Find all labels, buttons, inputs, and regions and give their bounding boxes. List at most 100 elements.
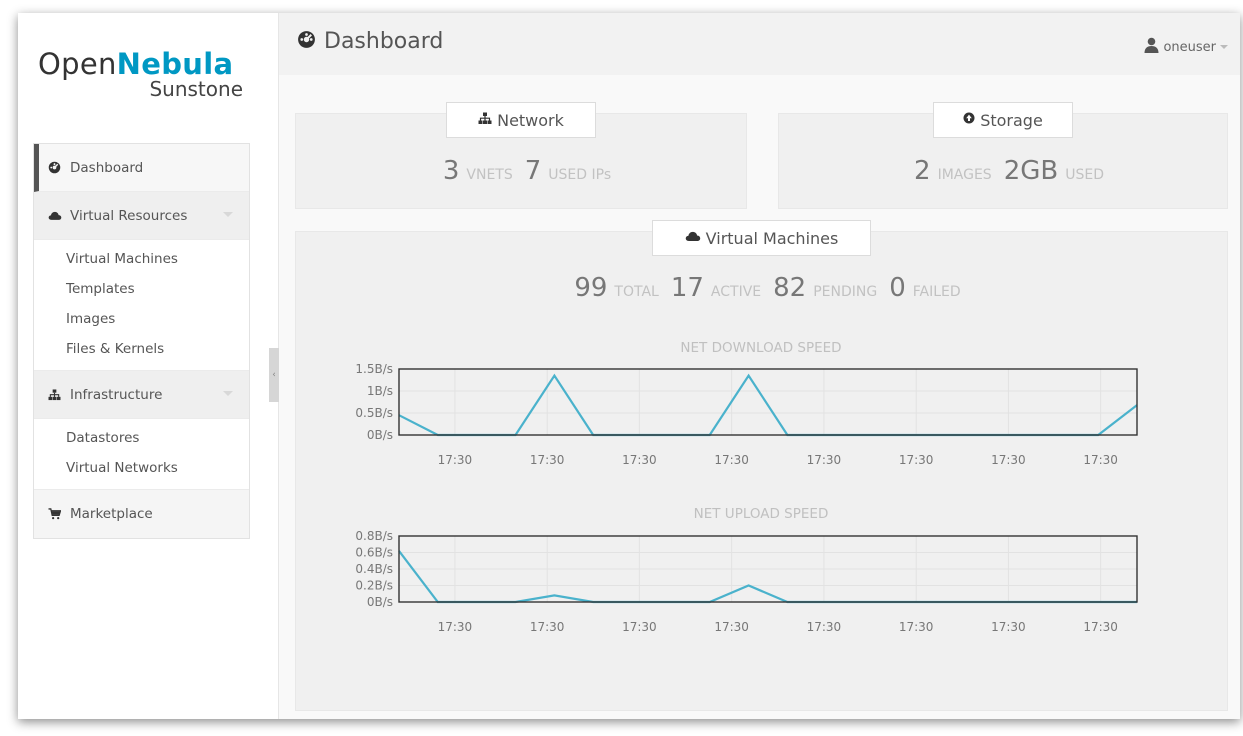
y-tick-label: 0.8B/s <box>355 529 393 543</box>
y-tick-label: 0B/s <box>367 428 393 442</box>
sidebar-item-virtual-networks[interactable]: Virtual Networks <box>34 453 249 483</box>
x-tick-label: 17:30 <box>991 453 1026 467</box>
upload-chart-title: NET UPLOAD SPEED <box>693 506 829 522</box>
vms-stats: 99 TOTAL 17 ACTIVE 82 PENDING 0 FAILED <box>295 273 1228 303</box>
storage-icon <box>963 112 975 128</box>
images-count: 2 <box>914 156 931 186</box>
sidebar-item-virtual-machines[interactable]: Virtual Machines <box>34 244 249 274</box>
sidebar-item-label: Dashboard <box>70 159 144 176</box>
plot-frame <box>398 368 1138 436</box>
x-tick-label: 17:30 <box>899 453 934 467</box>
total-label: TOTAL <box>614 284 659 300</box>
sidebar-item-images[interactable]: Images <box>34 304 249 334</box>
failed-count: 0 <box>889 273 906 303</box>
used-label: USED <box>1065 167 1104 183</box>
pending-count: 82 <box>773 273 807 303</box>
storage-stats: 2 IMAGES 2GB USED <box>778 156 1228 186</box>
sitemap-icon <box>48 388 64 401</box>
sidebar-item-files-kernels[interactable]: Files & Kernels <box>34 334 249 364</box>
download-chart-title: NET DOWNLOAD SPEED <box>680 340 842 356</box>
shopping-cart-icon <box>48 508 64 520</box>
x-tick-label: 17:30 <box>991 620 1026 634</box>
x-tick-label: 17:30 <box>714 620 749 634</box>
y-tick-label: 0B/s <box>367 595 393 609</box>
sitemap-icon <box>478 112 492 129</box>
sidebar-item-label: Marketplace <box>70 506 153 522</box>
x-tick-label: 17:30 <box>899 620 934 634</box>
pending-label: PENDING <box>813 284 878 300</box>
y-tick-label: 1.5B/s <box>355 362 393 376</box>
y-tick-label: 0.2B/s <box>355 579 393 593</box>
sidebar-collapse-handle[interactable]: ‹ <box>269 348 279 402</box>
sidebar-menu: Dashboard Virtual Resources Virtual Mach… <box>33 143 250 539</box>
failed-label: FAILED <box>912 284 961 300</box>
used-ips-count: 7 <box>524 156 542 186</box>
total-count: 99 <box>574 273 608 303</box>
chevron-down-icon <box>223 212 233 217</box>
x-tick-label: 17:30 <box>1083 453 1118 467</box>
vnets-label: VNETS <box>466 167 513 183</box>
y-tick-label: 0.6B/s <box>355 546 393 560</box>
active-count: 17 <box>670 273 704 303</box>
upload-speed-chart: 0.8B/s 0.6B/s 0.4B/s 0.2B/s 0B/s 17:30 17:30 17… <box>355 529 1138 634</box>
chevron-down-icon <box>1220 45 1228 49</box>
dashboard-icon <box>48 161 64 174</box>
x-tick-label: 17:30 <box>714 453 749 467</box>
sidebar-item-datastores[interactable]: Datastores <box>34 423 249 453</box>
x-tick-label: 17:30 <box>622 453 657 467</box>
download-speed-chart: 1.5B/s 1B/s 0.5B/s 0B/s 17:30 17:30 17:30 17:30… <box>355 362 1138 467</box>
sidebar-item-infrastructure[interactable]: Infrastructure <box>34 371 249 419</box>
sidebar-item-label: Virtual Resources <box>70 207 188 224</box>
active-label: ACTIVE <box>710 284 762 300</box>
storage-panel-title[interactable]: Storage <box>933 102 1073 138</box>
network-panel-title[interactable]: Network <box>446 102 596 138</box>
storage-title-text: Storage <box>980 110 1043 130</box>
series-line <box>398 550 1137 604</box>
series-line <box>398 373 1138 437</box>
x-tick-label: 17:30 <box>530 453 565 467</box>
cloud-icon <box>48 210 64 221</box>
page-title-text: Dashboard <box>324 29 444 54</box>
network-title-text: Network <box>497 110 564 130</box>
sidebar: OpenNebula Sunstone Dashboard Virtual Re… <box>18 13 279 719</box>
images-label: IMAGES <box>937 167 992 183</box>
dashboard-icon <box>297 30 316 54</box>
x-tick-label: 17:30 <box>807 453 842 467</box>
x-tick-label: 17:30 <box>1083 620 1118 634</box>
vnets-count: 3 <box>442 156 460 186</box>
y-tick-label: 0.4B/s <box>355 562 393 576</box>
logo[interactable]: OpenNebula Sunstone <box>38 49 243 99</box>
used-size: 2GB <box>1003 156 1059 186</box>
x-tick-label: 17:30 <box>438 453 473 467</box>
logo-title: OpenNebula <box>38 49 243 79</box>
vms-title-text: Virtual Machines <box>705 228 839 248</box>
page-header: Dashboard oneuser <box>279 13 1240 75</box>
logo-nebula: Nebula <box>116 47 234 81</box>
sidebar-item-marketplace[interactable]: Marketplace <box>34 490 249 538</box>
used-ips-label: USED IPs <box>548 167 612 183</box>
main-content: Dashboard oneuser Network 3 VNETS 7 USED… <box>279 13 1240 719</box>
network-stats: 3 VNETS 7 USED IPs <box>295 156 747 186</box>
infrastructure-submenu: Datastores Virtual Networks <box>34 419 249 490</box>
cloud-icon <box>685 230 701 246</box>
virtual-resources-submenu: Virtual Machines Templates Images Files … <box>34 240 249 371</box>
y-tick-label: 1B/s <box>367 384 393 398</box>
logo-subtitle: Sunstone <box>149 77 243 101</box>
vms-panel-title[interactable]: Virtual Machines <box>652 220 871 256</box>
app-window: OpenNebula Sunstone Dashboard Virtual Re… <box>18 13 1240 719</box>
sidebar-item-label: Infrastructure <box>70 386 163 403</box>
x-tick-label: 17:30 <box>622 620 657 634</box>
logo-open: Open <box>38 47 117 81</box>
user-icon <box>1144 37 1159 57</box>
user-menu[interactable]: oneuser <box>1144 37 1228 57</box>
sidebar-item-dashboard[interactable]: Dashboard <box>34 144 249 192</box>
page-title: Dashboard <box>297 29 443 54</box>
y-tick-label: 0.5B/s <box>355 406 393 420</box>
chevron-down-icon <box>223 391 233 396</box>
x-tick-label: 17:30 <box>807 620 842 634</box>
x-tick-label: 17:30 <box>530 620 565 634</box>
sidebar-item-templates[interactable]: Templates <box>34 274 249 304</box>
user-name: oneuser <box>1163 39 1216 55</box>
sidebar-item-virtual-resources[interactable]: Virtual Resources <box>34 192 249 240</box>
x-tick-label: 17:30 <box>438 620 473 634</box>
